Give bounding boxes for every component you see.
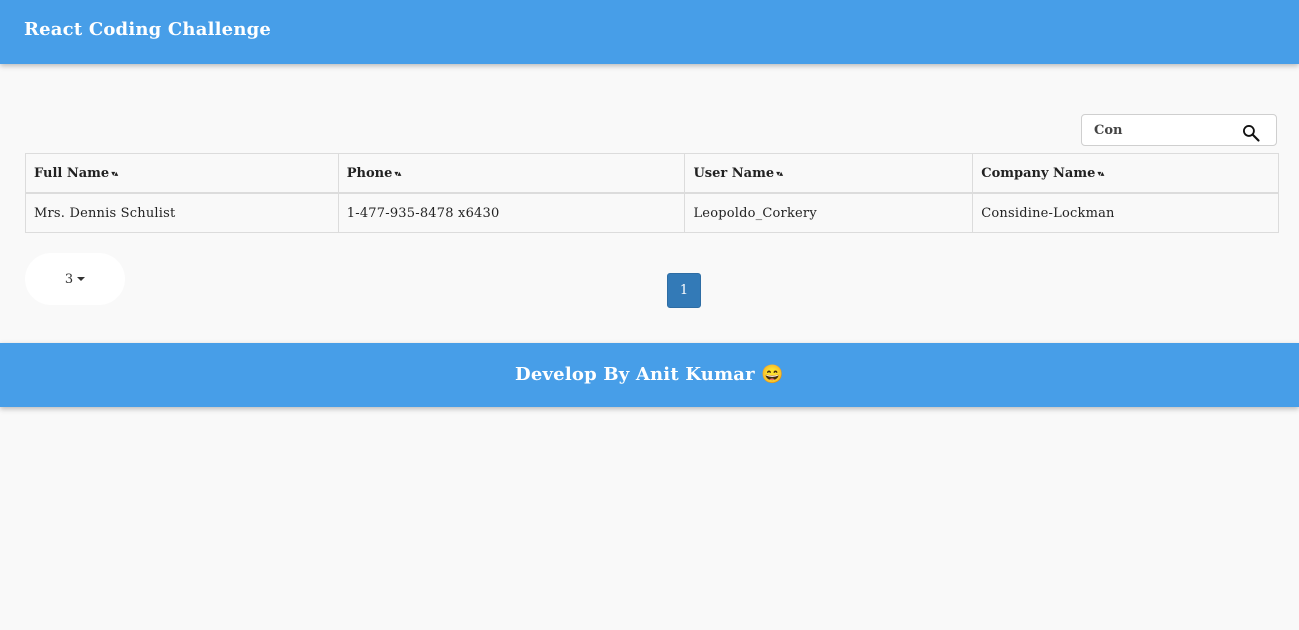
app-header: React Coding Challenge: [0, 0, 1299, 64]
search-box[interactable]: [1081, 114, 1277, 146]
cell-company-name: Considine-Lockman: [972, 192, 1279, 233]
cell-full-name: Mrs. Dennis Schulist: [25, 192, 339, 233]
column-header-label: User Name: [693, 165, 775, 181]
app-footer: Develop By Anit Kumar 😄: [0, 343, 1299, 407]
column-header-label: Full Name: [34, 165, 110, 181]
footer-text: Develop By Anit Kumar 😄: [515, 364, 784, 385]
sort-icon[interactable]: ▾▴: [776, 168, 783, 178]
column-header-label: Phone: [346, 165, 393, 181]
cell-user-name: Leopoldo_Corkery: [684, 192, 974, 233]
sort-icon[interactable]: ▾▴: [111, 168, 118, 178]
app-title: React Coding Challenge: [24, 19, 272, 40]
column-header-phone[interactable]: Phone ▾▴: [337, 153, 686, 194]
sort-icon[interactable]: ▾▴: [394, 168, 401, 178]
column-header-full-name[interactable]: Full Name ▾▴: [25, 153, 339, 194]
column-header-user-name[interactable]: User Name ▾▴: [684, 153, 974, 194]
page-size-dropdown[interactable]: 3: [25, 253, 125, 305]
users-table: Full Name ▾▴ Phone ▾▴ User Name ▾▴ Company …: [25, 153, 1279, 233]
page-button-1[interactable]: 1: [667, 273, 701, 308]
cell-phone: 1-477-935-8478 x6430: [337, 192, 686, 233]
search-input[interactable]: [1082, 115, 1244, 145]
sort-icon[interactable]: ▾▴: [1097, 168, 1104, 178]
column-header-label: Company Name: [981, 165, 1096, 181]
caret-down-icon: [77, 277, 86, 281]
search-icon[interactable]: [1241, 123, 1261, 143]
table-row: Mrs. Dennis Schulist 1-477-935-8478 x643…: [25, 192, 1279, 233]
table-header-row: Full Name ▾▴ Phone ▾▴ User Name ▾▴ Company …: [25, 153, 1279, 194]
column-header-company-name[interactable]: Company Name ▾▴: [972, 153, 1279, 194]
page-size-value: 3: [64, 271, 74, 287]
